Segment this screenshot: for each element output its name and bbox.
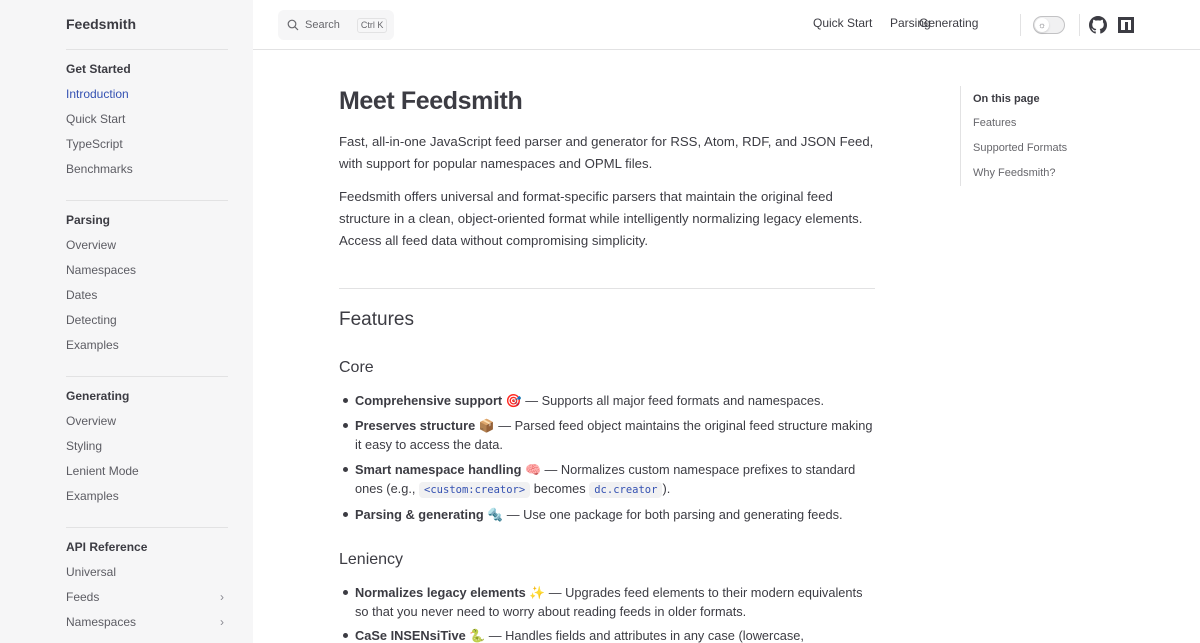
feature-description: — Use one package for both parsing and g…	[506, 507, 843, 522]
sidebar-item-parsing-examples[interactable]: Examples	[66, 333, 228, 358]
core-heading: Core	[339, 359, 374, 376]
search-label: Search	[305, 19, 340, 31]
outline-item-why-feedsmith[interactable]: Why Feedsmith?	[973, 161, 1120, 186]
sidebar-item-generating-overview[interactable]: Overview	[66, 409, 228, 434]
feature-description: becomes	[530, 481, 590, 496]
sidebar-item-generating-examples[interactable]: Examples	[66, 484, 228, 509]
search-button[interactable]: Search Ctrl K	[278, 10, 394, 40]
search-icon	[287, 19, 299, 31]
page-title: Meet Feedsmith	[339, 87, 523, 115]
sidebar-section-title: API Reference	[66, 540, 148, 554]
sidebar-item-quick-start[interactable]: Quick Start	[66, 107, 228, 132]
sidebar-item-lenient-mode[interactable]: Lenient Mode	[66, 459, 228, 484]
list-item: CaSe INSENsiTive 🐍 — Handles fields and …	[343, 626, 875, 643]
sidebar-item-benchmarks[interactable]: Benchmarks	[66, 157, 228, 182]
top-navbar: Search Ctrl K Quick Start Parsing Genera…	[253, 0, 1200, 50]
sidebar-section-title: Generating	[66, 389, 130, 403]
chevron-right-icon[interactable]: ›	[220, 610, 224, 635]
snake-emoji-icon: 🐍	[469, 628, 486, 643]
list-item: Smart namespace handling 🧠 — Normalizes …	[343, 460, 875, 500]
sidebar-item-api-namespaces[interactable]: Namespaces ›	[66, 610, 228, 635]
page-outline: On this page Features Supported Formats …	[960, 86, 1120, 186]
list-item: Comprehensive support 🎯 — Supports all m…	[343, 391, 875, 410]
nav-link-quick-start[interactable]: Quick Start	[813, 16, 872, 30]
nut-bolt-emoji-icon: 🔩	[487, 507, 504, 522]
intro-paragraph: Feedsmith offers universal and format-sp…	[339, 189, 863, 248]
list-item: Normalizes legacy elements ✨ — Upgrades …	[343, 583, 875, 621]
nav-divider	[1020, 14, 1021, 36]
nav-link-generating[interactable]: Generating	[919, 16, 978, 30]
sidebar-item-typescript[interactable]: TypeScript	[66, 132, 228, 157]
sidebar-section-api-reference: API Reference Universal Feeds › Namespac…	[66, 535, 228, 635]
sidebar-divider	[66, 527, 228, 528]
brand-title[interactable]: Feedsmith	[66, 16, 136, 32]
sidebar: Feedsmith Get Started Introduction Quick…	[0, 0, 253, 643]
sidebar-item-feeds[interactable]: Feeds ›	[66, 585, 228, 610]
sidebar-item-parsing-namespaces[interactable]: Namespaces	[66, 258, 228, 283]
feature-title: Comprehensive support	[355, 393, 503, 408]
sidebar-section-parsing: Parsing Overview Namespaces Dates Detect…	[66, 208, 228, 358]
outline-item-supported-formats[interactable]: Supported Formats	[973, 136, 1120, 161]
sidebar-section-get-started: Get Started Introduction Quick Start Typ…	[66, 57, 228, 182]
outline-item-features[interactable]: Features	[973, 111, 1120, 136]
sidebar-item-parsing-overview[interactable]: Overview	[66, 233, 228, 258]
sun-icon: ☼	[1035, 18, 1049, 32]
sidebar-divider	[66, 376, 228, 377]
package-emoji-icon: 📦	[478, 418, 495, 433]
sidebar-item-styling[interactable]: Styling	[66, 434, 228, 459]
feature-description: — Handles fields and attributes in any c…	[488, 628, 804, 643]
github-icon[interactable]	[1089, 16, 1107, 34]
theme-toggle[interactable]: ☼	[1033, 16, 1065, 34]
feature-title: Smart namespace handling	[355, 462, 522, 477]
sidebar-section-title: Get Started	[66, 62, 131, 76]
sidebar-item-label: Feeds	[66, 590, 100, 604]
inline-code: <custom:creator>	[419, 482, 531, 498]
sidebar-item-dates[interactable]: Dates	[66, 283, 228, 308]
sidebar-divider	[66, 49, 228, 50]
npm-icon[interactable]	[1117, 16, 1135, 34]
feature-title: CaSe INSENsiTive	[355, 628, 466, 643]
leniency-heading: Leniency	[339, 551, 404, 568]
sidebar-item-universal[interactable]: Universal	[66, 560, 228, 585]
sidebar-section-generating: Generating Overview Styling Lenient Mode…	[66, 384, 228, 509]
outline-title: On this page	[973, 93, 1040, 105]
target-emoji-icon: 🎯	[505, 393, 522, 408]
nav-link-label: Generating	[919, 16, 979, 30]
sidebar-item-detecting[interactable]: Detecting	[66, 308, 228, 333]
features-heading: Features	[339, 309, 414, 330]
intro-paragraph: Fast, all-in-one JavaScript feed parser …	[339, 134, 874, 171]
sparkles-emoji-icon: ✨	[529, 585, 546, 600]
feature-description: ).	[662, 481, 671, 496]
section-divider	[339, 288, 875, 289]
chevron-right-icon[interactable]: ›	[220, 585, 224, 610]
sidebar-item-label: Namespaces	[66, 615, 137, 629]
inline-code: dc.creator	[589, 482, 663, 498]
sidebar-divider	[66, 200, 228, 201]
feature-description: — Supports all major feed formats and na…	[525, 393, 825, 408]
list-item: Parsing & generating 🔩 — Use one package…	[343, 505, 875, 524]
sidebar-item-introduction[interactable]: Introduction	[66, 82, 228, 107]
sidebar-section-title: Parsing	[66, 213, 111, 227]
list-item: Preserves structure 📦 — Parsed feed obje…	[343, 416, 875, 454]
feature-title: Preserves structure	[355, 418, 476, 433]
feature-title: Normalizes legacy elements	[355, 585, 526, 600]
feature-title: Parsing & generating	[355, 507, 484, 522]
search-shortcut-badge: Ctrl K	[356, 17, 388, 33]
brain-emoji-icon: 🧠	[524, 462, 541, 477]
nav-divider	[1079, 14, 1080, 36]
